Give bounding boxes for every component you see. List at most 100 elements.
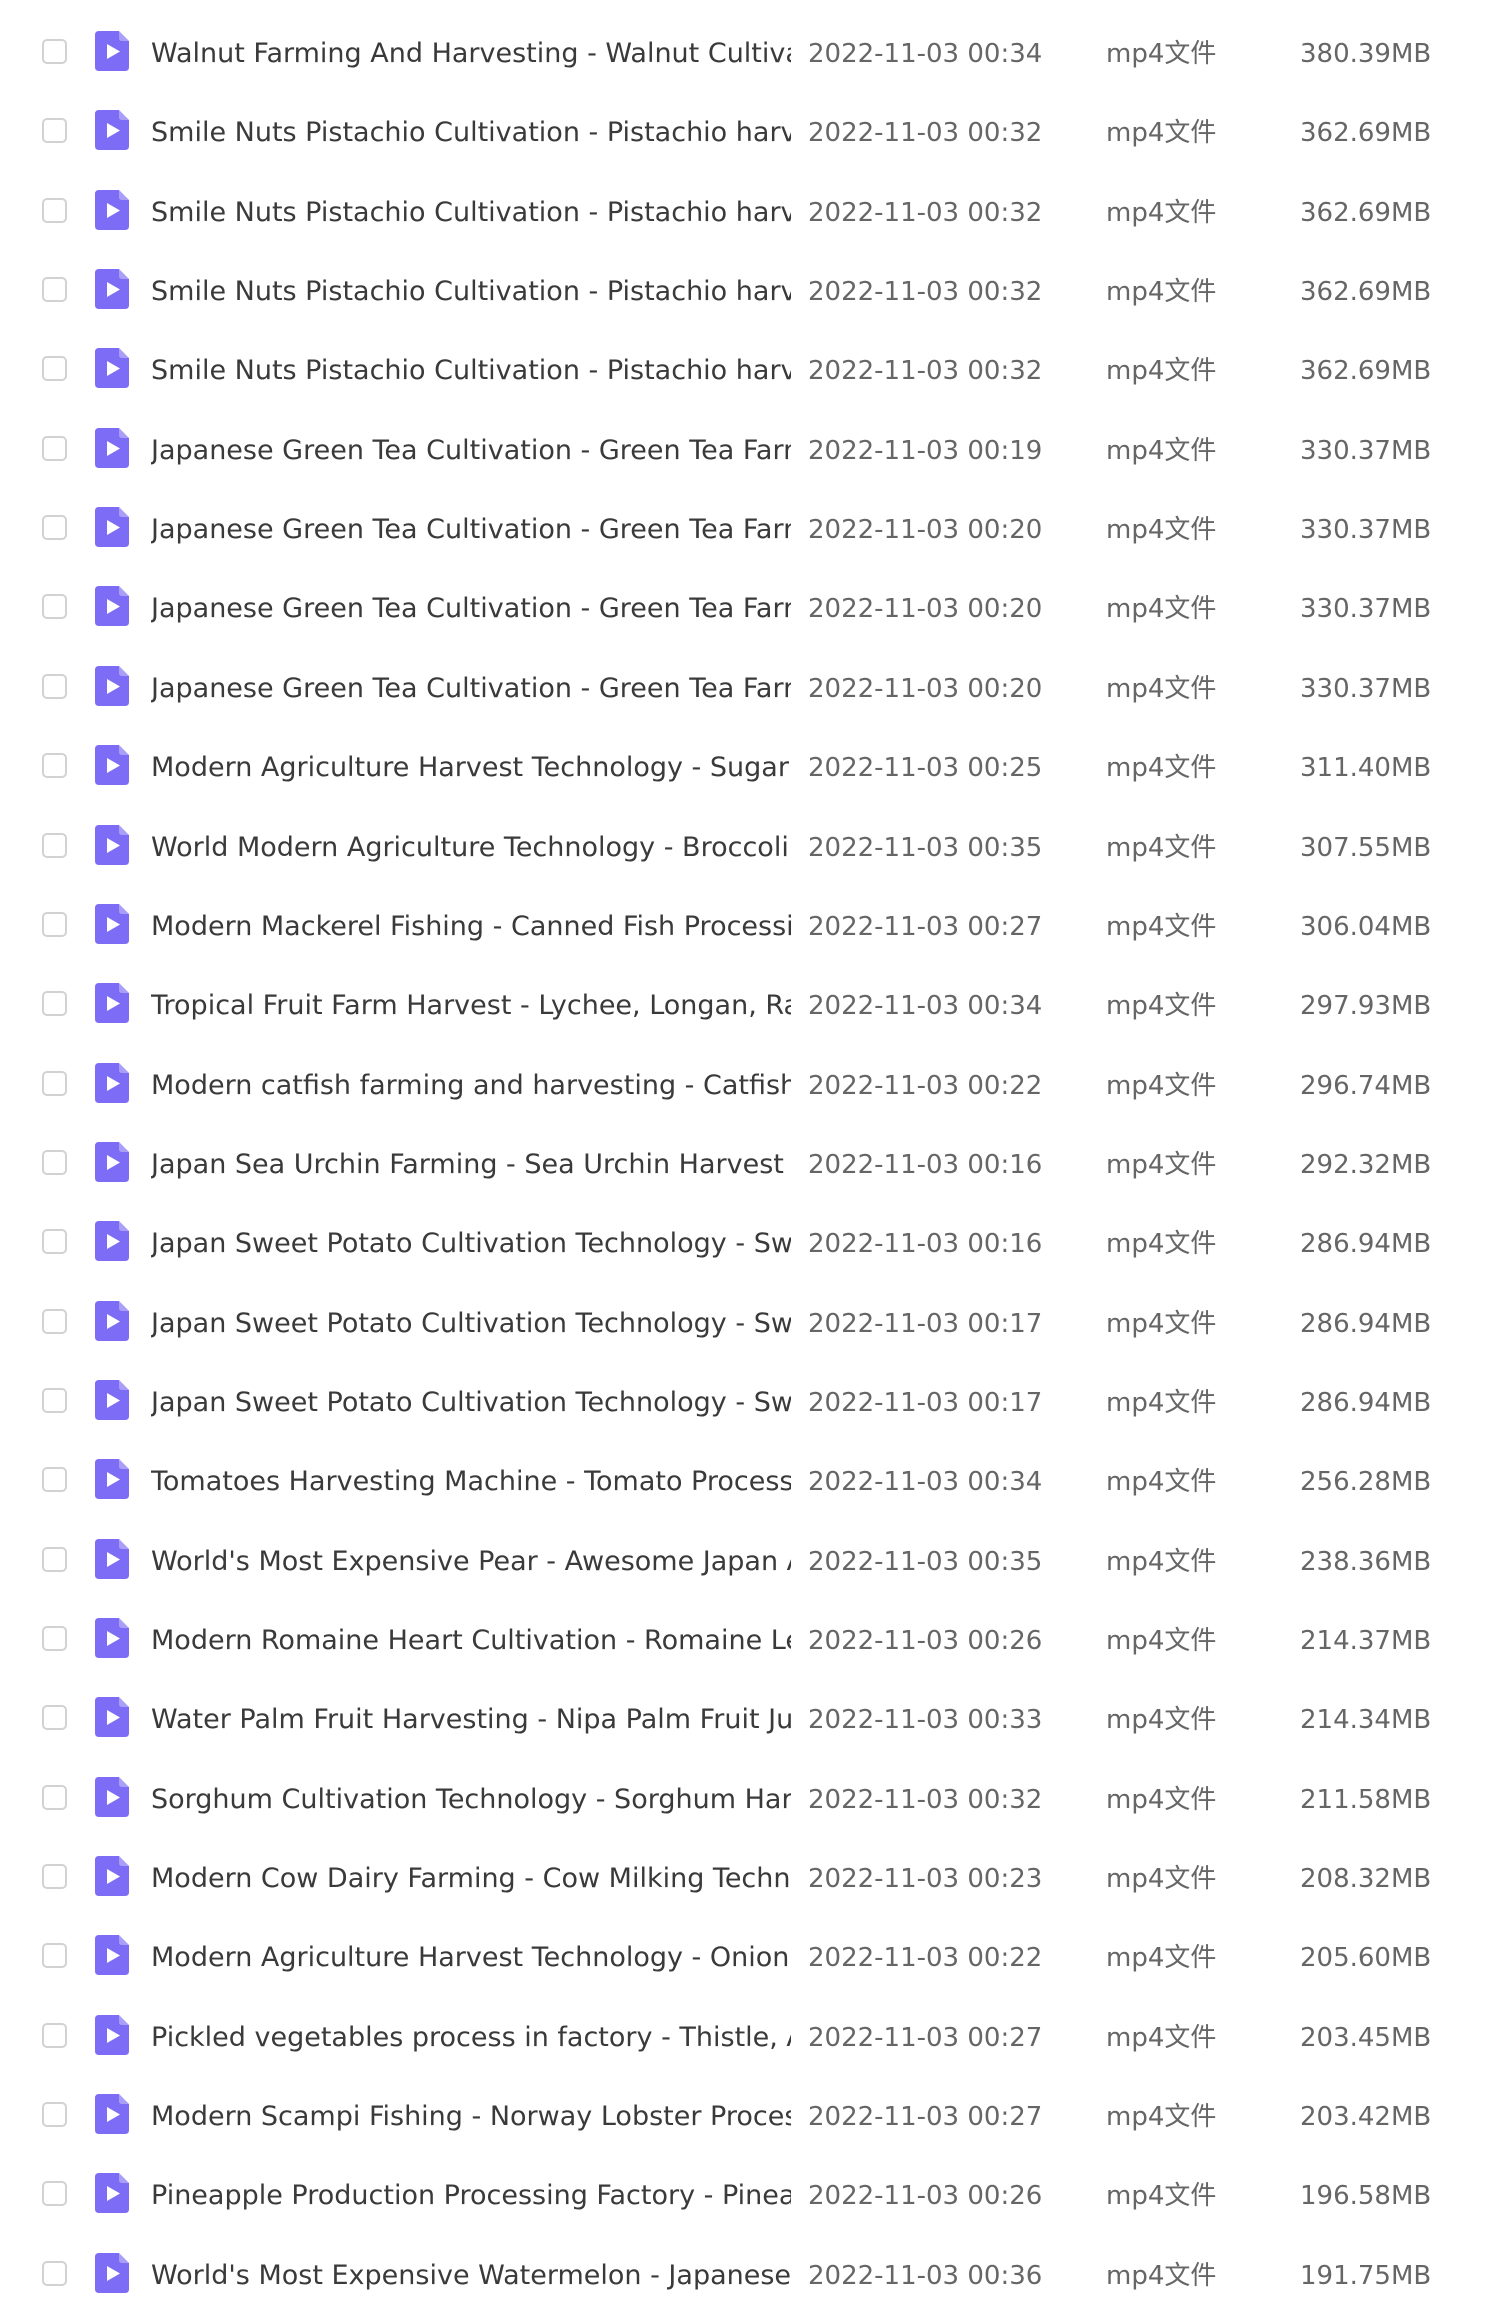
row-checkbox[interactable]: [42, 39, 67, 64]
row-checkbox[interactable]: [42, 1943, 67, 1968]
video-file-icon: [95, 348, 129, 388]
file-size: 286.94MB: [1300, 1388, 1432, 1418]
file-type: mp4文件: [1106, 39, 1217, 69]
row-checkbox[interactable]: [42, 356, 67, 381]
file-modified-date: 2022-11-03 00:26: [808, 2181, 1043, 2211]
file-row[interactable]: Smile Nuts Pistachio Cultivation - Pista…: [0, 253, 1500, 325]
file-type: mp4文件: [1106, 753, 1217, 783]
file-row[interactable]: Japanese Green Tea Cultivation - Green T…: [0, 570, 1500, 642]
file-name[interactable]: Modern Romaine Heart Cultivation - Romai…: [151, 1623, 791, 1659]
file-row[interactable]: World's Most Expensive Watermelon - Japa…: [0, 2237, 1500, 2309]
row-checkbox[interactable]: [42, 991, 67, 1016]
file-size: 362.69MB: [1300, 277, 1432, 307]
file-name[interactable]: Modern catfish farming and harvesting - …: [151, 1068, 791, 1104]
file-row[interactable]: Smile Nuts Pistachio Cultivation - Pista…: [0, 332, 1500, 404]
row-checkbox[interactable]: [42, 2023, 67, 2048]
file-row[interactable]: Modern Romaine Heart Cultivation - Romai…: [0, 1602, 1500, 1674]
file-name[interactable]: Japanese Green Tea Cultivation - Green T…: [151, 512, 791, 548]
row-checkbox[interactable]: [42, 515, 67, 540]
file-name[interactable]: Japan Sweet Potato Cultivation Technolog…: [151, 1226, 791, 1262]
file-name[interactable]: World's Most Expensive Watermelon - Japa…: [151, 2258, 791, 2294]
file-name[interactable]: Smile Nuts Pistachio Cultivation - Pista…: [151, 195, 791, 231]
row-checkbox[interactable]: [42, 753, 67, 778]
file-name[interactable]: Modern Agriculture Harvest Technology - …: [151, 1940, 791, 1976]
file-row[interactable]: Tropical Fruit Farm Harvest - Lychee, Lo…: [0, 967, 1500, 1039]
file-row[interactable]: Modern catfish farming and harvesting - …: [0, 1047, 1500, 1119]
file-name[interactable]: Japanese Green Tea Cultivation - Green T…: [151, 671, 791, 707]
file-name[interactable]: Water Palm Fruit Harvesting - Nipa Palm …: [151, 1702, 791, 1738]
file-name[interactable]: Tropical Fruit Farm Harvest - Lychee, Lo…: [151, 988, 791, 1024]
file-type: mp4文件: [1106, 2261, 1217, 2291]
file-row[interactable]: Pickled vegetables process in factory - …: [0, 1999, 1500, 2071]
file-row[interactable]: Smile Nuts Pistachio Cultivation - Pista…: [0, 174, 1500, 246]
file-name[interactable]: Japan Sea Urchin Farming - Sea Urchin Ha…: [151, 1147, 791, 1183]
file-name[interactable]: Sorghum Cultivation Technology - Sorghum…: [151, 1782, 791, 1818]
file-row[interactable]: Sorghum Cultivation Technology - Sorghum…: [0, 1761, 1500, 1833]
file-row[interactable]: Modern Agriculture Harvest Technology - …: [0, 729, 1500, 801]
file-row[interactable]: Japan Sweet Potato Cultivation Technolog…: [0, 1364, 1500, 1436]
file-name[interactable]: Smile Nuts Pistachio Cultivation - Pista…: [151, 115, 791, 151]
row-checkbox[interactable]: [42, 1309, 67, 1334]
file-name[interactable]: Smile Nuts Pistachio Cultivation - Pista…: [151, 353, 791, 389]
file-type: mp4文件: [1106, 2181, 1217, 2211]
row-checkbox[interactable]: [42, 2181, 67, 2206]
file-name[interactable]: Walnut Farming And Harvesting - Walnut C…: [151, 36, 791, 72]
row-checkbox[interactable]: [42, 2261, 67, 2286]
file-row[interactable]: Japanese Green Tea Cultivation - Green T…: [0, 412, 1500, 484]
file-row[interactable]: Pineapple Production Processing Factory …: [0, 2157, 1500, 2229]
file-name[interactable]: Japanese Green Tea Cultivation - Green T…: [151, 591, 791, 627]
row-checkbox[interactable]: [42, 1388, 67, 1413]
row-checkbox[interactable]: [42, 1864, 67, 1889]
file-name[interactable]: Japan Sweet Potato Cultivation Technolog…: [151, 1385, 791, 1421]
row-checkbox[interactable]: [42, 1547, 67, 1572]
row-checkbox[interactable]: [42, 198, 67, 223]
file-row[interactable]: Japan Sea Urchin Farming - Sea Urchin Ha…: [0, 1126, 1500, 1198]
file-row[interactable]: World Modern Agriculture Technology - Br…: [0, 809, 1500, 881]
row-checkbox[interactable]: [42, 2102, 67, 2127]
file-row[interactable]: Modern Agriculture Harvest Technology - …: [0, 1919, 1500, 1991]
file-row[interactable]: Smile Nuts Pistachio Cultivation - Pista…: [0, 94, 1500, 166]
video-file-icon: [95, 1697, 129, 1737]
row-checkbox[interactable]: [42, 118, 67, 143]
file-type: mp4文件: [1106, 1388, 1217, 1418]
row-checkbox[interactable]: [42, 1785, 67, 1810]
row-checkbox[interactable]: [42, 912, 67, 937]
file-name[interactable]: Modern Scampi Fishing - Norway Lobster P…: [151, 2099, 791, 2135]
row-checkbox[interactable]: [42, 1705, 67, 1730]
file-name[interactable]: Japanese Green Tea Cultivation - Green T…: [151, 433, 791, 469]
row-checkbox[interactable]: [42, 1626, 67, 1651]
file-name[interactable]: Smile Nuts Pistachio Cultivation - Pista…: [151, 274, 791, 310]
file-name[interactable]: World Modern Agriculture Technology - Br…: [151, 830, 791, 866]
file-row[interactable]: Japan Sweet Potato Cultivation Technolog…: [0, 1285, 1500, 1357]
row-checkbox[interactable]: [42, 674, 67, 699]
file-row[interactable]: Japan Sweet Potato Cultivation Technolog…: [0, 1205, 1500, 1277]
row-checkbox[interactable]: [42, 436, 67, 461]
file-row[interactable]: Modern Scampi Fishing - Norway Lobster P…: [0, 2078, 1500, 2150]
video-file-icon: [95, 2253, 129, 2293]
row-checkbox[interactable]: [42, 594, 67, 619]
row-checkbox[interactable]: [42, 833, 67, 858]
file-row[interactable]: Water Palm Fruit Harvesting - Nipa Palm …: [0, 1681, 1500, 1753]
file-name[interactable]: World's Most Expensive Pear - Awesome Ja…: [151, 1544, 791, 1580]
file-name[interactable]: Pineapple Production Processing Factory …: [151, 2178, 791, 2214]
file-name[interactable]: Japan Sweet Potato Cultivation Technolog…: [151, 1306, 791, 1342]
row-checkbox[interactable]: [42, 1229, 67, 1254]
row-checkbox[interactable]: [42, 277, 67, 302]
file-row[interactable]: World's Most Expensive Pear - Awesome Ja…: [0, 1523, 1500, 1595]
file-size: 205.60MB: [1300, 1943, 1432, 1973]
row-checkbox[interactable]: [42, 1071, 67, 1096]
file-name[interactable]: Modern Agriculture Harvest Technology - …: [151, 750, 791, 786]
file-row[interactable]: Walnut Farming And Harvesting - Walnut C…: [0, 15, 1500, 87]
file-row[interactable]: Japanese Green Tea Cultivation - Green T…: [0, 650, 1500, 722]
file-row[interactable]: Japanese Green Tea Cultivation - Green T…: [0, 491, 1500, 563]
file-row[interactable]: Modern Mackerel Fishing - Canned Fish Pr…: [0, 888, 1500, 960]
file-row[interactable]: Tomatoes Harvesting Machine - Tomato Pro…: [0, 1443, 1500, 1515]
row-checkbox[interactable]: [42, 1467, 67, 1492]
file-name[interactable]: Modern Cow Dairy Farming - Cow Milking T…: [151, 1861, 791, 1897]
file-name[interactable]: Tomatoes Harvesting Machine - Tomato Pro…: [151, 1464, 791, 1500]
file-name[interactable]: Pickled vegetables process in factory - …: [151, 2020, 791, 2056]
file-row[interactable]: Modern Cow Dairy Farming - Cow Milking T…: [0, 1840, 1500, 1912]
video-file-icon: [95, 110, 129, 150]
file-name[interactable]: Modern Mackerel Fishing - Canned Fish Pr…: [151, 909, 791, 945]
row-checkbox[interactable]: [42, 1150, 67, 1175]
